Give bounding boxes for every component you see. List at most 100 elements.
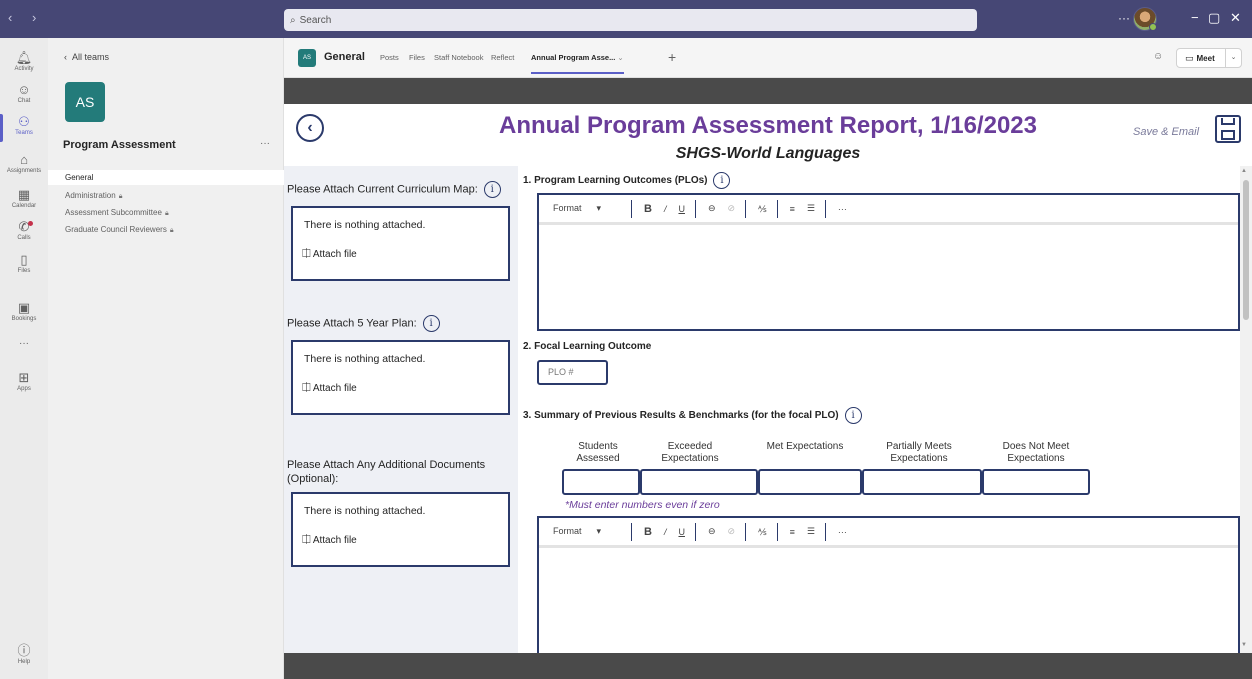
five-year-plan-label: Please Attach 5 Year Plan: i [287, 315, 440, 332]
scroll-up-arrow[interactable]: ▲ [1241, 168, 1247, 174]
channel-avatar: AS [298, 49, 316, 67]
info-icon[interactable]: i [844, 407, 862, 424]
italic-icon[interactable]: / [664, 204, 667, 214]
rail-chat[interactable]: ☺︎ Chat [0, 82, 48, 104]
conversation-icon[interactable]: ☺︎ [1153, 51, 1163, 62]
team-avatar: AS [65, 82, 105, 122]
info-icon[interactable]: i [713, 172, 731, 189]
header-partially-meets: Partially Meets Expectations [886, 441, 952, 464]
exceeded-input[interactable] [640, 469, 758, 495]
underline-icon[interactable]: U [678, 204, 685, 214]
team-name[interactable]: Program Assessment [63, 139, 176, 151]
curriculum-map-attachment: There is nothing attached. ⎅ Attach file [291, 206, 510, 281]
rail-apps[interactable]: ⊞ Apps [0, 370, 48, 392]
report-title: Annual Program Assessment Report, 1/16/2… [499, 112, 1037, 139]
additional-docs-attachment: There is nothing attached. ⎅ Attach file [291, 492, 510, 567]
rte-toolbar: Format ▾ B / U ⊖ ⊘ ⅍ ≡ ☰ ··· [539, 518, 1238, 548]
partially-meets-input[interactable] [862, 469, 982, 495]
link-icon[interactable]: ⊖ [708, 203, 716, 214]
rail-calendar[interactable]: ▦ Calendar [0, 187, 48, 209]
rail-files[interactable]: ▯ Files [0, 252, 48, 274]
lock-icon: 🔒︎ [118, 193, 123, 200]
save-icon[interactable] [1215, 115, 1241, 143]
bell-icon: 🔔︎ [15, 50, 33, 65]
search-input[interactable]: ⌕ Search [284, 9, 977, 31]
settings-more-button[interactable]: ··· [1118, 11, 1130, 25]
underline-icon[interactable]: U [678, 527, 685, 537]
tab-staff-notebook[interactable]: Staff Notebook [434, 53, 483, 62]
lock-icon: 🔒︎ [169, 227, 174, 234]
all-teams-link[interactable]: ‹ All teams [64, 52, 109, 62]
rail-more[interactable]: ··· [0, 338, 48, 349]
info-icon[interactable]: i [422, 315, 440, 332]
channel-general[interactable]: General [48, 170, 284, 185]
does-not-meet-input[interactable] [982, 469, 1090, 495]
channel-administration[interactable]: Administration 🔒︎ [48, 188, 284, 203]
rail-activity[interactable]: 🔔︎ Activity [0, 50, 48, 72]
back-button[interactable]: ‹ [296, 114, 324, 142]
header-exceeded: Exceeded Expectations [661, 441, 719, 464]
met-input[interactable] [758, 469, 862, 495]
attach-file-button[interactable]: ⎅ Attach file [302, 382, 357, 395]
plo-number-input[interactable]: PLO # [537, 360, 608, 385]
scrollbar-thumb[interactable] [1243, 180, 1249, 320]
history-nav[interactable]: ‹ › [8, 10, 44, 25]
numbered-list-icon[interactable]: ☰ [807, 203, 815, 214]
more-options-icon[interactable]: ··· [838, 527, 847, 537]
user-avatar[interactable] [1133, 7, 1157, 31]
results-rich-text-editor[interactable]: Format ▾ B / U ⊖ ⊘ ⅍ ≡ ☰ ··· [537, 516, 1240, 653]
paperclip-icon: ⎅ [302, 248, 311, 260]
format-dropdown[interactable]: Format ▾ [553, 203, 621, 214]
teams-icon: ⚇ [18, 114, 30, 129]
channel-graduate-council-reviewers[interactable]: Graduate Council Reviewers 🔒︎ [48, 222, 284, 237]
meet-button[interactable]: ▭ Meet ⌄ [1176, 48, 1242, 68]
attach-file-button[interactable]: ⎅ Attach file [302, 248, 357, 261]
bullet-list-icon[interactable]: ≡ [790, 527, 795, 537]
unlink-icon[interactable]: ⊘ [728, 526, 736, 537]
students-assessed-input[interactable] [562, 469, 640, 495]
meet-dropdown-chevron[interactable]: ⌄ [1225, 49, 1241, 67]
rail-bookings[interactable]: ▣ Bookings [0, 300, 48, 322]
header-students-assessed: Students Assessed [576, 441, 620, 464]
clear-format-icon[interactable]: ⅍ [758, 527, 767, 537]
video-camera-icon: ▭ [1185, 52, 1194, 63]
minimize-button[interactable]: − [1191, 10, 1199, 25]
clear-format-icon[interactable]: ⅍ [758, 204, 767, 214]
header-met: Met Expectations [766, 441, 844, 452]
close-button[interactable]: ✕ [1230, 10, 1241, 26]
app-rail: 🔔︎ Activity ☺︎ Chat ⚇ Teams ⌂ Assignments ▦ C… [0, 38, 48, 679]
numbers-required-note: *Must enter numbers even if zero [565, 499, 720, 511]
tab-posts[interactable]: Posts [380, 53, 399, 62]
rail-assignments[interactable]: ⌂ Assignments [0, 152, 48, 174]
more-options-icon[interactable]: ··· [838, 204, 847, 214]
link-icon[interactable]: ⊖ [708, 526, 716, 537]
tab-annual-program-assessment[interactable]: Annual Program Asse... ⌄ [531, 53, 624, 74]
restore-button[interactable]: ▢ [1208, 10, 1220, 26]
bullet-list-icon[interactable]: ≡ [790, 204, 795, 214]
channel-assessment-subcommittee[interactable]: Assessment Subcommittee 🔒︎ [48, 205, 284, 220]
rail-teams[interactable]: ⚇ Teams [0, 114, 48, 142]
header-does-not-meet: Does Not Meet Expectations [1002, 441, 1070, 464]
rail-calls[interactable]: ✆ Calls [0, 219, 48, 241]
unlink-icon[interactable]: ⊘ [728, 203, 736, 214]
phone-icon: ✆ [18, 219, 30, 234]
italic-icon[interactable]: / [664, 527, 667, 537]
scroll-down-arrow[interactable]: ▼ [1241, 642, 1247, 648]
format-dropdown[interactable]: Format ▾ [553, 526, 621, 537]
plo-rich-text-editor[interactable]: Format ▾ B / U ⊖ ⊘ ⅍ ≡ ☰ ··· [537, 193, 1240, 331]
tab-reflect[interactable]: Reflect [491, 53, 514, 62]
attach-file-button[interactable]: ⎅ Attach file [302, 534, 357, 547]
file-icon: ▯ [20, 252, 28, 267]
bold-icon[interactable]: B [644, 203, 652, 215]
numbered-list-icon[interactable]: ☰ [807, 526, 815, 537]
presence-available-icon [1149, 23, 1157, 31]
info-icon[interactable]: i [483, 181, 501, 198]
section-plo-label: 1. Program Learning Outcomes (PLOs) i [523, 172, 731, 189]
tab-files[interactable]: Files [409, 53, 425, 62]
rail-help[interactable]: ⓘ Help [0, 643, 48, 665]
save-email-label[interactable]: Save & Email [1133, 126, 1199, 138]
chevron-down-icon: ⌄ [615, 53, 624, 62]
add-tab-button[interactable]: + [668, 49, 676, 65]
bold-icon[interactable]: B [644, 526, 652, 538]
team-more-options[interactable]: ··· [260, 138, 270, 149]
